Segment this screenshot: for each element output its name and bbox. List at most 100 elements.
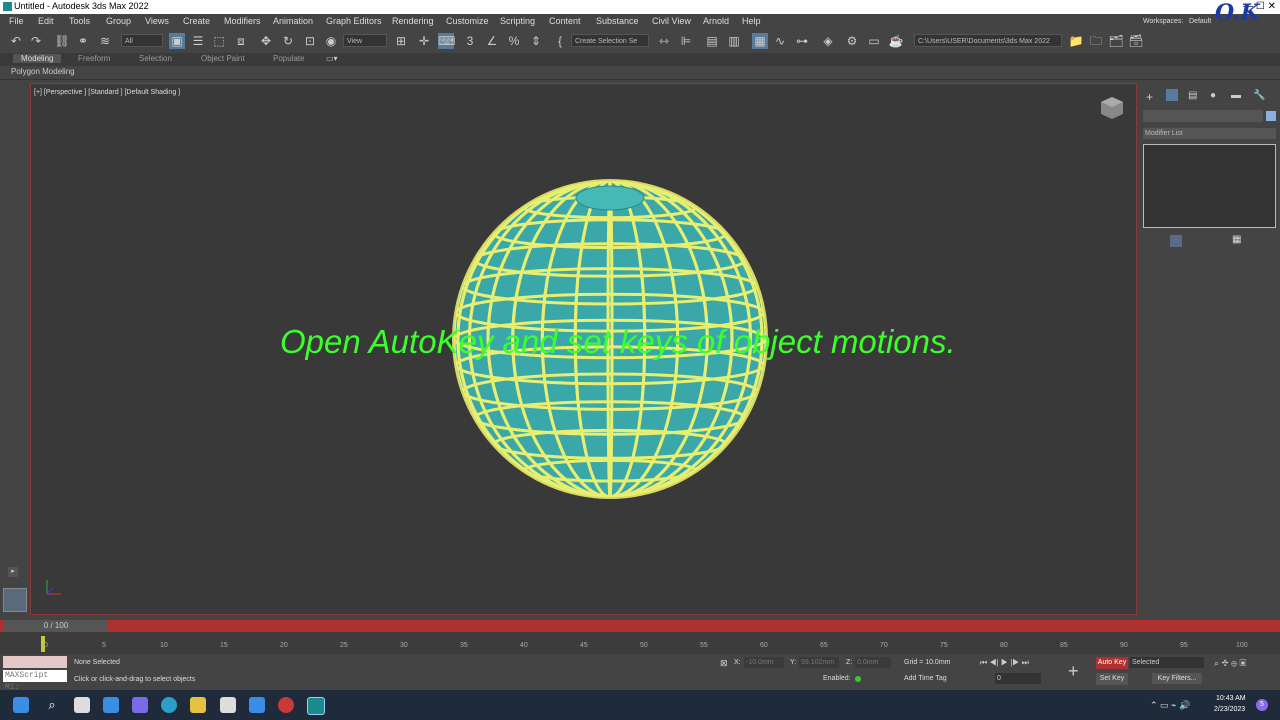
percent-snap-icon[interactable]: % (506, 33, 522, 49)
display-panel-icon[interactable]: ▬ (1231, 90, 1241, 101)
keyboard-shortcut-override-icon[interactable]: ⌨ (438, 33, 455, 49)
set-project-icon[interactable]: 🗃 (1128, 33, 1144, 49)
tab-selection[interactable]: Selection (139, 54, 172, 63)
menu-create[interactable]: Create (183, 16, 210, 26)
maxscript-listener-top[interactable] (3, 656, 67, 668)
align-icon[interactable]: ⊫ (678, 33, 694, 49)
tab-freeform[interactable]: Freeform (78, 54, 110, 63)
rendered-frame-window-icon[interactable]: ▭ (866, 33, 882, 49)
viewport-layout-icon[interactable] (3, 588, 27, 612)
menu-edit[interactable]: Edit (38, 16, 54, 26)
undo-icon[interactable]: ↶ (8, 33, 24, 49)
widgets-icon[interactable] (103, 697, 119, 713)
3ds-max-taskbar-icon[interactable] (307, 697, 325, 715)
menu-scripting[interactable]: Scripting (500, 16, 535, 26)
spinner-snap-icon[interactable]: ⇕ (528, 33, 544, 49)
key-filters-button[interactable]: Key Filters... (1152, 673, 1202, 684)
search-icon[interactable]: ⌕ (44, 697, 60, 713)
auto-key-button[interactable]: Auto Key (1096, 657, 1128, 669)
clock-date[interactable]: 2/23/2023 (1214, 706, 1245, 713)
absolute-mode-icon[interactable]: ⊠ (720, 658, 728, 669)
edge-browser-icon[interactable] (161, 697, 177, 713)
menu-rendering[interactable]: Rendering (392, 16, 434, 26)
key-mode-dropdown[interactable]: Selected (1130, 657, 1204, 668)
render-setup-icon[interactable]: ⚙ (844, 33, 860, 49)
enabled-status-dot[interactable] (855, 676, 861, 682)
rotate-icon[interactable]: ↻ (280, 33, 296, 49)
modifier-list-dropdown[interactable]: Modifier List (1143, 128, 1276, 139)
notification-badge[interactable]: 5 (1256, 699, 1268, 711)
menu-arnold[interactable]: Arnold (703, 16, 729, 26)
configure-modifier-sets-icon[interactable]: ▦ (1232, 234, 1241, 245)
playback-controls-icon[interactable]: ⏮ ◀| ▶ |▶ ⏭ (980, 658, 1029, 668)
store-icon[interactable] (220, 697, 236, 713)
edit-named-selection-icon[interactable]: { (552, 33, 568, 49)
ribbon-toggle-icon[interactable]: ▦ (752, 33, 768, 49)
y-coordinate-field[interactable]: 59.102mm (799, 657, 839, 668)
mail-icon[interactable] (249, 697, 265, 713)
menu-modifiers[interactable]: Modifiers (224, 16, 261, 26)
select-manipulate-icon[interactable]: ✛ (416, 33, 432, 49)
recorder-icon[interactable] (278, 697, 294, 713)
selection-region-icon[interactable]: ⬚ (211, 33, 227, 49)
menu-group[interactable]: Group (106, 16, 131, 26)
redo-icon[interactable]: ↷ (28, 33, 44, 49)
move-icon[interactable]: ✥ (258, 33, 274, 49)
menu-content[interactable]: Content (549, 16, 581, 26)
pin-stack-icon[interactable] (1170, 235, 1182, 247)
menu-tools[interactable]: Tools (69, 16, 90, 26)
save-project-icon[interactable]: 🗂 (1108, 33, 1124, 49)
menu-civil-view[interactable]: Civil View (652, 16, 691, 26)
tab-populate[interactable]: Populate (273, 54, 305, 63)
render-production-icon[interactable]: ☕ (888, 33, 904, 49)
open-project-icon[interactable]: 🗀 (1088, 33, 1104, 49)
menu-help[interactable]: Help (742, 16, 761, 26)
set-key-button[interactable]: Set Key (1096, 673, 1128, 685)
schematic-view-icon[interactable]: ⊶ (794, 33, 810, 49)
select-object-icon[interactable]: ▣ (169, 33, 185, 49)
scale-icon[interactable]: ⊡ (302, 33, 318, 49)
bind-space-warp-icon[interactable]: ≋ (97, 33, 113, 49)
tab-object-paint[interactable]: Object Paint (201, 54, 245, 63)
menu-customize[interactable]: Customize (446, 16, 489, 26)
menu-views[interactable]: Views (145, 16, 169, 26)
track-bar[interactable]: 0 5 10 15 20 25 30 35 40 45 50 55 60 65 … (0, 632, 1280, 654)
motion-panel-icon[interactable]: ● (1210, 90, 1216, 101)
project-folder-path[interactable]: C:\Users\USER\Documents\3ds Max 2022 (914, 34, 1062, 47)
angle-snap-icon[interactable]: ∠ (484, 33, 500, 49)
layer-explorer-icon[interactable]: ▥ (726, 33, 742, 49)
placement-icon[interactable]: ◉ (323, 33, 339, 49)
unlink-icon[interactable]: ⚭ (75, 33, 91, 49)
object-color-swatch[interactable] (1266, 111, 1276, 121)
link-icon[interactable]: ⛓ (54, 33, 70, 49)
current-frame-field[interactable]: 0 (995, 673, 1041, 684)
file-explorer-icon[interactable] (190, 697, 206, 713)
project-folder-icon[interactable]: 📁 (1068, 33, 1084, 49)
system-tray-icons[interactable]: ⌃ ▭ ⌁ 🔊 (1150, 700, 1190, 711)
task-view-icon[interactable] (74, 697, 90, 713)
modify-panel-icon[interactable] (1166, 89, 1178, 101)
set-key-icon[interactable]: + (1068, 661, 1079, 682)
menu-animation[interactable]: Animation (273, 16, 313, 26)
snaps-toggle-icon[interactable]: 3 (462, 33, 478, 49)
object-name-field[interactable] (1143, 110, 1263, 122)
utilities-panel-icon[interactable]: 🔧 (1253, 90, 1265, 101)
workspace-dropdown[interactable]: Default (1189, 18, 1211, 25)
polygon-modeling-label[interactable]: Polygon Modeling (11, 67, 75, 76)
time-slider[interactable]: 0 / 100 (4, 620, 108, 632)
menu-file[interactable]: File (9, 16, 24, 26)
named-selection-set-dropdown[interactable]: Create Selection Se (571, 34, 649, 47)
windows-start-icon[interactable] (13, 697, 29, 713)
pivot-center-icon[interactable]: ⊞ (393, 33, 409, 49)
select-by-name-icon[interactable]: ☰ (190, 33, 206, 49)
create-panel-icon[interactable]: + (1146, 90, 1153, 104)
viewcube-icon[interactable] (1100, 96, 1124, 120)
ribbon-options-icon[interactable]: ▭▾ (326, 54, 338, 63)
menu-graph-editors[interactable]: Graph Editors (326, 16, 382, 26)
hierarchy-panel-icon[interactable]: ▤ (1188, 90, 1197, 101)
window-crossing-icon[interactable]: ⧈ (233, 33, 249, 49)
clock-time[interactable]: 10:43 AM (1216, 695, 1246, 702)
reference-coordinate-dropdown[interactable]: View (343, 34, 387, 47)
tab-modeling[interactable]: Modeling (13, 54, 62, 63)
menu-substance[interactable]: Substance (596, 16, 639, 26)
